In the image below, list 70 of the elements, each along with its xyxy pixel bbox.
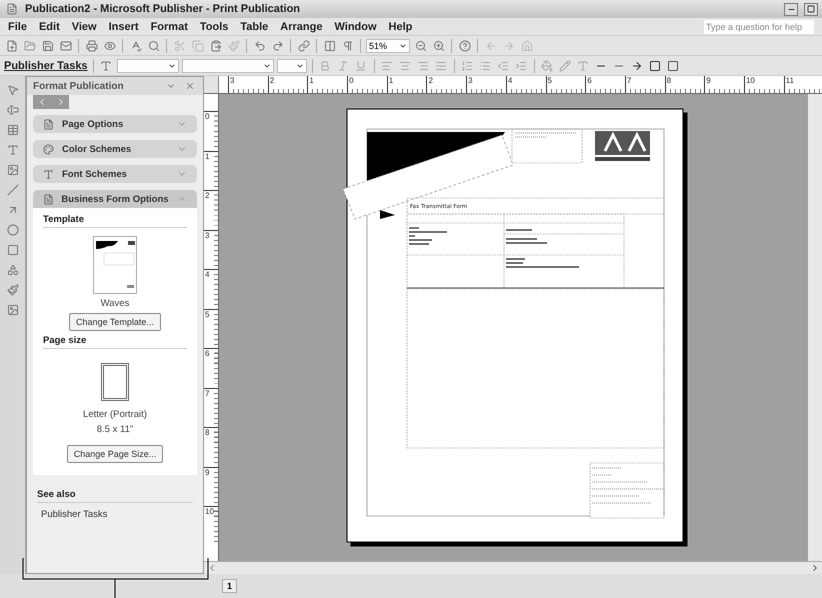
page-dimensions: 8.5 x 11" bbox=[96, 424, 134, 435]
style-field[interactable] bbox=[116, 58, 179, 72]
link-icon[interactable] bbox=[296, 38, 311, 53]
logo-graphic bbox=[595, 131, 650, 161]
change-page-size-button[interactable]: Change Page Size... bbox=[66, 445, 164, 463]
clip-art-icon[interactable] bbox=[5, 302, 20, 317]
menu-item[interactable]: Insert bbox=[108, 20, 139, 32]
page-size-name: Letter (Portrait) bbox=[83, 409, 147, 420]
save-icon[interactable] bbox=[40, 38, 55, 53]
section-header[interactable]: Business Form Options bbox=[33, 190, 197, 208]
window-title: Publication2 - Microsoft Publisher - Print Publication bbox=[25, 3, 302, 15]
section-heading: Template bbox=[43, 214, 187, 228]
line-color-icon[interactable] bbox=[558, 58, 573, 73]
search-icon[interactable] bbox=[146, 38, 161, 53]
task-pane-title: Format Publication bbox=[33, 80, 124, 92]
page-number[interactable]: 1 bbox=[222, 579, 238, 593]
section-header[interactable]: Color Schemes bbox=[33, 140, 197, 158]
section-heading: Page size bbox=[43, 335, 187, 349]
columns-icon[interactable] bbox=[322, 38, 337, 53]
section-header[interactable]: Page Options bbox=[33, 115, 197, 133]
menu-item[interactable]: Format bbox=[150, 20, 188, 32]
menu-item[interactable]: Table bbox=[240, 20, 268, 32]
print-icon[interactable] bbox=[84, 38, 99, 53]
palette-icon bbox=[41, 142, 56, 156]
menu-item[interactable]: Tools bbox=[200, 20, 228, 32]
zoom-in-icon[interactable] bbox=[431, 38, 446, 53]
see-also-heading: See also bbox=[37, 489, 193, 503]
change-template-button[interactable]: Change Template... bbox=[69, 313, 161, 331]
fill-color-icon[interactable] bbox=[540, 58, 555, 73]
template-thumbnail[interactable] bbox=[93, 236, 137, 294]
ruler-number: 8 bbox=[664, 76, 704, 93]
menu-item[interactable]: Arrange bbox=[280, 20, 322, 32]
menu-item[interactable]: File bbox=[8, 20, 27, 32]
see-also-link[interactable]: Publisher Tasks bbox=[37, 509, 193, 520]
menu-item[interactable]: View bbox=[72, 20, 97, 32]
ruler-number: 3 bbox=[204, 230, 218, 269]
page-size-icon bbox=[101, 363, 129, 401]
font-field[interactable] bbox=[182, 58, 274, 72]
picture-icon[interactable] bbox=[5, 162, 20, 177]
ruler-number: 9 bbox=[204, 466, 218, 506]
ruler-number: 2 bbox=[268, 76, 308, 93]
menu-item[interactable]: Edit bbox=[38, 20, 60, 32]
help-search-field[interactable]: Type a question for help bbox=[704, 20, 814, 34]
minimize-button[interactable] bbox=[784, 2, 798, 16]
zoom-field[interactable]: 51% bbox=[366, 38, 410, 52]
ruler-number: 7 bbox=[204, 388, 218, 427]
menu-item[interactable]: Help bbox=[388, 20, 412, 32]
font-size-field[interactable] bbox=[276, 58, 307, 72]
autoshapes-icon[interactable] bbox=[5, 262, 20, 277]
line-icon[interactable] bbox=[5, 182, 20, 197]
ruler-number: 1 bbox=[386, 76, 426, 93]
open-icon[interactable] bbox=[22, 38, 37, 53]
section-header[interactable]: Font Schemes bbox=[33, 165, 197, 183]
help-icon[interactable] bbox=[457, 38, 472, 53]
restore-icon bbox=[807, 5, 815, 13]
ruler-number: 5 bbox=[204, 308, 218, 348]
rectangle-icon[interactable] bbox=[5, 242, 20, 257]
vertical-scrollbar[interactable] bbox=[808, 94, 822, 561]
zoom-out-icon[interactable] bbox=[413, 38, 428, 53]
template-name: Waves bbox=[100, 298, 130, 309]
ruler-number: 1 bbox=[204, 150, 218, 190]
horizontal-scrollbar[interactable] bbox=[204, 561, 822, 574]
publisher-tasks-button[interactable]: Publisher Tasks bbox=[4, 60, 88, 72]
text-frame bbox=[512, 128, 582, 164]
restore-button[interactable] bbox=[804, 2, 818, 16]
table-icon[interactable] bbox=[5, 122, 20, 137]
ruler-number: 11 bbox=[784, 76, 822, 93]
arrow-marker bbox=[380, 210, 395, 219]
menu-item[interactable]: Window bbox=[334, 20, 377, 32]
oval-icon[interactable] bbox=[5, 222, 20, 237]
